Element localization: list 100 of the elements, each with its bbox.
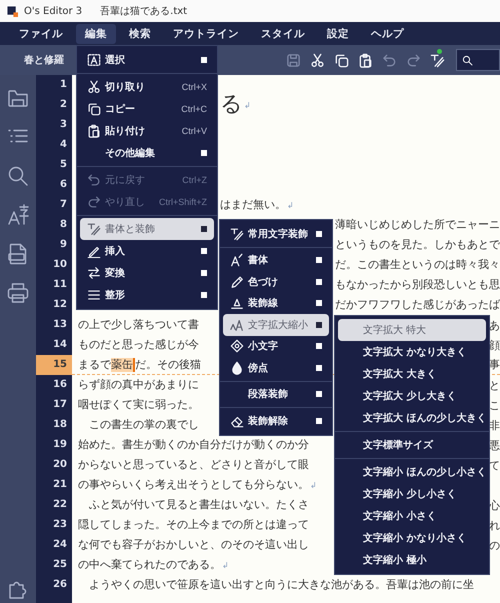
line-number: 18: [52, 418, 68, 432]
text-line: ふと気が付いて見ると書生はいない。たくさ: [88, 498, 309, 512]
pen-icon: [87, 222, 101, 236]
menu-item[interactable]: 書体と装飾: [80, 218, 214, 240]
menu-item[interactable]: 常用文字装飾: [223, 223, 329, 244]
menu-item[interactable]: 文字縮小 小さく: [338, 505, 486, 527]
menu-item[interactable]: 切り取り Ctrl+X: [80, 76, 214, 98]
line-number: 14: [52, 338, 68, 352]
menu-item[interactable]: 文字縮小 ほんの少し小さく: [338, 461, 486, 483]
menu-bar-item[interactable]: スタイル: [252, 24, 314, 44]
menu-item[interactable]: 文字拡大 特大: [338, 319, 486, 341]
text-line: の事やらいくら考え出そうとしても分らない。: [78, 478, 309, 492]
menu-item[interactable]: 文字拡大縮小: [223, 314, 329, 336]
line-number: 26: [52, 578, 68, 592]
text-fragment: 顔: [489, 338, 500, 352]
undo-icon: [87, 173, 101, 187]
menu-item[interactable]: 選択: [80, 49, 214, 71]
menu-item[interactable]: 文字拡大 ほんの少し大きく: [338, 407, 486, 429]
menu-item[interactable]: 書体: [223, 250, 329, 271]
redo-icon: [87, 195, 101, 209]
diamond-icon: [230, 339, 244, 354]
text-size-icon: [230, 318, 244, 332]
text-fragment: 悪: [489, 438, 500, 452]
app-title: O's Editor 3: [24, 6, 82, 16]
menu-item[interactable]: 色づけ: [223, 271, 329, 292]
text-line: な何でも容子がおかしいと、のそのそ這い出し: [78, 538, 309, 552]
menu-item[interactable]: 文字拡大 かなり大きく: [338, 341, 486, 363]
line-number: 5: [59, 158, 68, 172]
line-number: 15: [36, 355, 72, 375]
menu-bar-item[interactable]: 検索: [120, 24, 160, 44]
search-icon[interactable]: [6, 164, 30, 188]
letter-pen-icon: [230, 253, 244, 268]
line-number: 2: [59, 98, 68, 112]
text-line: 咽せぽくて実に弱った。: [78, 398, 199, 412]
menu-item[interactable]: 傍点: [223, 357, 329, 378]
return-mark: ↲: [222, 560, 229, 570]
document-tab[interactable]: 春と修羅: [24, 53, 64, 67]
copy-icon: [334, 52, 349, 68]
text-line: まるで: [78, 358, 111, 372]
menu-item[interactable]: 変換: [80, 262, 214, 284]
menu-item[interactable]: コピー Ctrl+C: [80, 98, 214, 120]
text-line: ようやくの思いで笹原を這い出すと向うに大きな池がある。吾輩は池の前に坐: [88, 578, 474, 592]
clipboard-icon: [358, 52, 373, 68]
line-number: 25: [52, 558, 68, 572]
lines-icon: [87, 288, 101, 302]
menu-item[interactable]: 貼り付け Ctrl+V: [80, 120, 214, 142]
text-fragment: て: [489, 458, 500, 472]
text-fragment: 事: [489, 357, 500, 372]
line-number: 9: [59, 238, 68, 252]
line-number: 10: [52, 258, 68, 272]
text-fragment: こ: [489, 398, 500, 412]
menu-item[interactable]: 装飾解除: [223, 410, 329, 432]
clipboard-icon: [87, 124, 101, 138]
text-line: だかフワフワした感じがあったば: [335, 298, 500, 312]
text-fragment: 非: [489, 418, 500, 432]
text-select-icon: [87, 53, 101, 67]
menu-item[interactable]: 段落装飾: [223, 384, 329, 405]
line-number: 23: [52, 518, 68, 532]
pen-icon: [430, 52, 445, 68]
menu-bar-item[interactable]: ファイル: [10, 24, 72, 44]
text-line: の中へ棄てられたのである。: [78, 558, 221, 572]
menu-bar-item[interactable]: 編集: [76, 24, 116, 44]
menu-item[interactable]: 文字拡大 少し大きく: [338, 385, 486, 407]
swap-arrows-icon: [87, 266, 101, 280]
copy-icon: [87, 102, 101, 116]
text-line: ものだと思った感じが今: [78, 338, 199, 352]
menu-item[interactable]: 文字縮小 かなり小さく: [338, 527, 486, 549]
line-number: 11: [52, 278, 68, 292]
line-number: 24: [52, 538, 68, 552]
menu-item[interactable]: 文字縮小 極小: [338, 549, 486, 571]
menu-item[interactable]: 文字縮小 少し小さく: [338, 483, 486, 505]
line-number: 12: [52, 298, 68, 312]
menu-bar-item[interactable]: ヘルプ: [362, 24, 413, 44]
menu-item[interactable]: 文字標準サイズ: [338, 434, 486, 456]
text-line: もなかったから別段恐しいとも思: [335, 278, 500, 292]
menu-bar-item[interactable]: アウトライン: [164, 24, 248, 44]
text-fragment: あ: [489, 318, 500, 332]
menu-item[interactable]: その他編集: [80, 142, 214, 164]
menu-item[interactable]: 整形: [80, 284, 214, 306]
line-number: 20: [52, 458, 68, 472]
line-number: 19: [52, 438, 68, 452]
redo-icon: [406, 52, 421, 68]
pen-icon: [230, 226, 244, 241]
text-line: だ。この書生というのは時々我々: [335, 258, 500, 272]
menu-item[interactable]: 挿入: [80, 240, 214, 262]
menu-item[interactable]: 文字拡大 大きく: [338, 363, 486, 385]
triangle-line-icon: [230, 296, 244, 310]
menu-bar-item[interactable]: 設定: [318, 24, 358, 44]
text-fragment: と: [489, 378, 500, 392]
search-field[interactable]: [456, 49, 500, 71]
menu-item[interactable]: 装飾線: [223, 292, 329, 314]
line-number: 4: [59, 138, 68, 152]
text-line: の上で少し落ちついて書: [78, 318, 199, 332]
text-size-icon[interactable]: [6, 203, 30, 227]
printer-icon[interactable]: [6, 281, 30, 305]
line-number: 13: [52, 318, 68, 332]
menu-item[interactable]: 小文字: [223, 336, 329, 357]
return-mark: ↲: [287, 200, 294, 210]
text-line: はまだ無い。: [220, 198, 286, 212]
line-number: 7: [59, 198, 68, 212]
